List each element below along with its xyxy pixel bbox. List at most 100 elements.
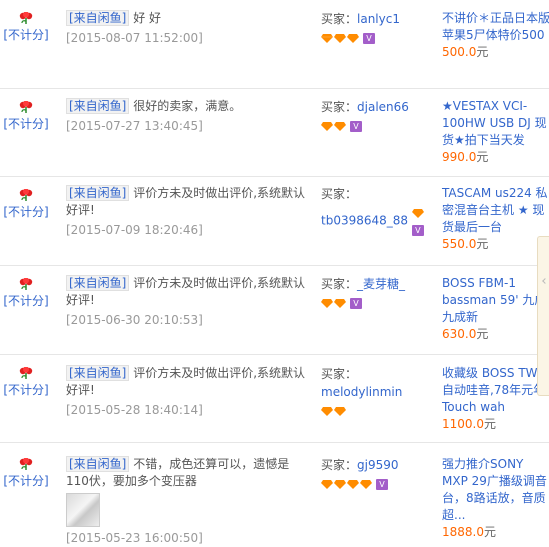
- comment-date: [2015-07-27 13:40:45]: [66, 119, 203, 133]
- comment-cell: [来自闲鱼] 评价方未及时做出评价,系统默认好评! [2015-06-30 20…: [66, 275, 306, 329]
- comment-date: [2015-08-07 11:52:00]: [66, 31, 203, 45]
- diamond-icon: [347, 34, 359, 43]
- vip-icon: V: [363, 32, 375, 44]
- item-cell: 收藏级 BOSS TW-1 自动哇音,78年元年 Touch wah 1100.…: [442, 365, 549, 433]
- credit-icons: V: [321, 475, 388, 493]
- comment-date: [2015-05-23 16:00:50]: [66, 531, 203, 545]
- buyer-cell: 买家： melodylinmin: [321, 365, 431, 420]
- rose-icon: [19, 189, 33, 201]
- diamond-icon: [321, 480, 333, 489]
- item-price: 500.0: [442, 45, 477, 59]
- vip-icon: V: [376, 478, 388, 490]
- item-title[interactable]: 强力推介SONY MXP 29广播级调音台，8路话放，音质超...: [442, 456, 549, 524]
- diamond-icon: [334, 122, 346, 131]
- item-price: 1100.0: [442, 417, 484, 431]
- item-title[interactable]: BOSS FBM-1 bassman 59' 九成九成新: [442, 275, 549, 326]
- diamond-icon: [321, 407, 333, 416]
- currency-unit: 元: [476, 45, 489, 59]
- buyer-label: 买家：: [321, 277, 358, 291]
- rating-label: [不计分]: [3, 117, 49, 131]
- source-link[interactable]: [来自闲鱼]: [66, 456, 130, 472]
- diamond-icon: [334, 480, 346, 489]
- currency-unit: 元: [476, 150, 489, 164]
- item-title[interactable]: TASCAM us224 私密混音台主机 ★ 现货最后一台: [442, 185, 549, 236]
- feedback-row: [不计分] [来自闲鱼] 评价方未及时做出评价,系统默认好评! [2015-06…: [0, 266, 549, 355]
- buyer-name[interactable]: melodylinmin: [321, 385, 402, 399]
- item-cell: ★VESTAX VCI-100HW USB DJ 现货★拍下当天发 990.0元: [442, 98, 549, 166]
- comment-cell: [来自闲鱼] 评价方未及时做出评价,系统默认好评! [2015-07-09 18…: [66, 185, 306, 239]
- item-price: 1888.0: [442, 525, 484, 539]
- vip-icon: V: [350, 297, 362, 309]
- rating-label: [不计分]: [3, 294, 49, 308]
- rating-cell: [不计分]: [0, 278, 52, 309]
- review-photo-thumbnail[interactable]: [66, 493, 100, 527]
- buyer-name[interactable]: tb0398648_88: [321, 214, 408, 228]
- buyer-label: 买家：: [321, 12, 358, 26]
- comment-date: [2015-05-28 18:40:14]: [66, 403, 203, 417]
- item-cell: BOSS FBM-1 bassman 59' 九成九成新 630.0元: [442, 275, 549, 343]
- rating-cell: [不计分]: [0, 458, 52, 489]
- feedback-row: [不计分] [来自闲鱼] 评价方未及时做出评价,系统默认好评! [2015-05…: [0, 355, 549, 443]
- diamond-icon: [360, 480, 372, 489]
- credit-icons: [321, 402, 347, 420]
- item-title[interactable]: ★VESTAX VCI-100HW USB DJ 现货★拍下当天发: [442, 98, 549, 149]
- diamond-icon: [321, 34, 333, 43]
- rating-label: [不计分]: [3, 205, 49, 219]
- buyer-label: 买家：: [321, 367, 358, 381]
- item-cell: 不讲价＊正品日本版苹果5尸体特价500 500.0元: [442, 10, 549, 61]
- comment-cell: [来自闲鱼] 评价方未及时做出评价,系统默认好评! [2015-05-28 18…: [66, 365, 306, 419]
- buyer-cell: 买家：djalen66 V: [321, 98, 431, 135]
- feedback-row: [不计分] [来自闲鱼] 很好的卖家，满意。 [2015-07-27 13:40…: [0, 89, 549, 177]
- comment-text: 很好的卖家，满意。: [133, 99, 242, 113]
- item-price: 990.0: [442, 150, 477, 164]
- rating-cell: [不计分]: [0, 367, 52, 398]
- item-price: 630.0: [442, 327, 477, 341]
- item-price: 550.0: [442, 237, 477, 251]
- comment-cell: [来自闲鱼] 很好的卖家，满意。 [2015-07-27 13:40:45]: [66, 98, 306, 135]
- source-link[interactable]: [来自闲鱼]: [66, 98, 130, 114]
- comment-date: [2015-07-09 18:20:46]: [66, 223, 203, 237]
- comment-cell: [来自闲鱼] 不错，成色还算可以，遗憾是110伏，要加多个变压器 [2015-0…: [66, 456, 306, 547]
- source-link[interactable]: [来自闲鱼]: [66, 185, 130, 201]
- buyer-label: 买家：: [321, 458, 358, 472]
- rating-label: [不计分]: [3, 383, 49, 397]
- currency-unit: 元: [476, 327, 489, 341]
- item-title[interactable]: 不讲价＊正品日本版苹果5尸体特价500: [442, 10, 549, 44]
- rose-icon: [19, 101, 33, 113]
- item-cell: 强力推介SONY MXP 29广播级调音台，8路话放，音质超... 1888.0…: [442, 456, 549, 541]
- currency-unit: 元: [476, 237, 489, 251]
- buyer-label: 买家：: [321, 100, 358, 114]
- rating-cell: [不计分]: [0, 12, 52, 43]
- diamond-icon: [347, 480, 359, 489]
- diamond-icon: [334, 407, 346, 416]
- source-link[interactable]: [来自闲鱼]: [66, 275, 130, 291]
- comment-date: [2015-06-30 20:10:53]: [66, 313, 203, 327]
- credit-icons: V: [411, 203, 425, 239]
- comment-text: 好 好: [133, 11, 162, 25]
- diamond-icon: [321, 299, 333, 308]
- credit-icons: V: [321, 294, 362, 312]
- diamond-icon: [334, 34, 346, 43]
- credit-icons: V: [321, 29, 375, 47]
- item-cell: TASCAM us224 私密混音台主机 ★ 现货最后一台 550.0元: [442, 185, 549, 253]
- chevron-left-icon: [542, 278, 548, 284]
- rating-label: [不计分]: [3, 28, 49, 42]
- buyer-name[interactable]: _麦芽糖_: [357, 277, 405, 291]
- buyer-name[interactable]: gj9590: [357, 458, 399, 472]
- diamond-icon: [321, 122, 333, 131]
- buyer-cell: 买家：gj9590 V: [321, 456, 431, 493]
- diamond-icon: [334, 299, 346, 308]
- buyer-cell: 买家：lanlyc1 V: [321, 10, 431, 47]
- source-link[interactable]: [来自闲鱼]: [66, 10, 130, 26]
- buyer-name[interactable]: djalen66: [357, 100, 409, 114]
- rating-label: [不计分]: [3, 474, 49, 488]
- source-link[interactable]: [来自闲鱼]: [66, 365, 130, 381]
- side-collapse-tab[interactable]: [537, 236, 549, 396]
- buyer-cell: 买家： tb0398648_88 V: [321, 185, 431, 239]
- vip-icon: V: [350, 120, 362, 132]
- item-title[interactable]: 收藏级 BOSS TW-1 自动哇音,78年元年 Touch wah: [442, 365, 549, 416]
- feedback-list: [不计分] [来自闲鱼] 好 好 [2015-08-07 11:52:00] 买…: [0, 0, 549, 545]
- rating-cell: [不计分]: [0, 189, 52, 220]
- buyer-label: 买家：: [321, 187, 358, 201]
- buyer-name[interactable]: lanlyc1: [357, 12, 400, 26]
